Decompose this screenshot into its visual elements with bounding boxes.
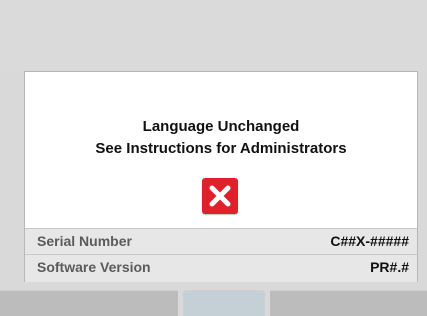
serial-number-label: Serial Number xyxy=(37,233,132,249)
software-version-label: Software Version xyxy=(37,259,151,275)
close-x-icon xyxy=(202,178,238,214)
error-message: Language Unchanged See Instructions for … xyxy=(25,116,417,160)
device-screen: Language Unchanged See Instructions for … xyxy=(0,0,427,316)
message-line-1: Language Unchanged xyxy=(142,118,300,135)
software-version-value: PR#.# xyxy=(370,259,409,275)
message-line-2: See Instructions for Administrators xyxy=(95,140,347,157)
header-band xyxy=(0,0,427,72)
serial-number-row: Serial Number C##X-##### xyxy=(25,228,417,254)
softkey-middle[interactable] xyxy=(183,290,265,316)
error-dialog: Language Unchanged See Instructions for … xyxy=(24,71,418,282)
softkey-bar xyxy=(0,290,427,316)
softkey-left[interactable] xyxy=(0,290,178,316)
serial-number-value: C##X-##### xyxy=(330,233,409,249)
software-version-row: Software Version PR#.# xyxy=(25,254,417,282)
softkey-right[interactable] xyxy=(270,290,427,316)
